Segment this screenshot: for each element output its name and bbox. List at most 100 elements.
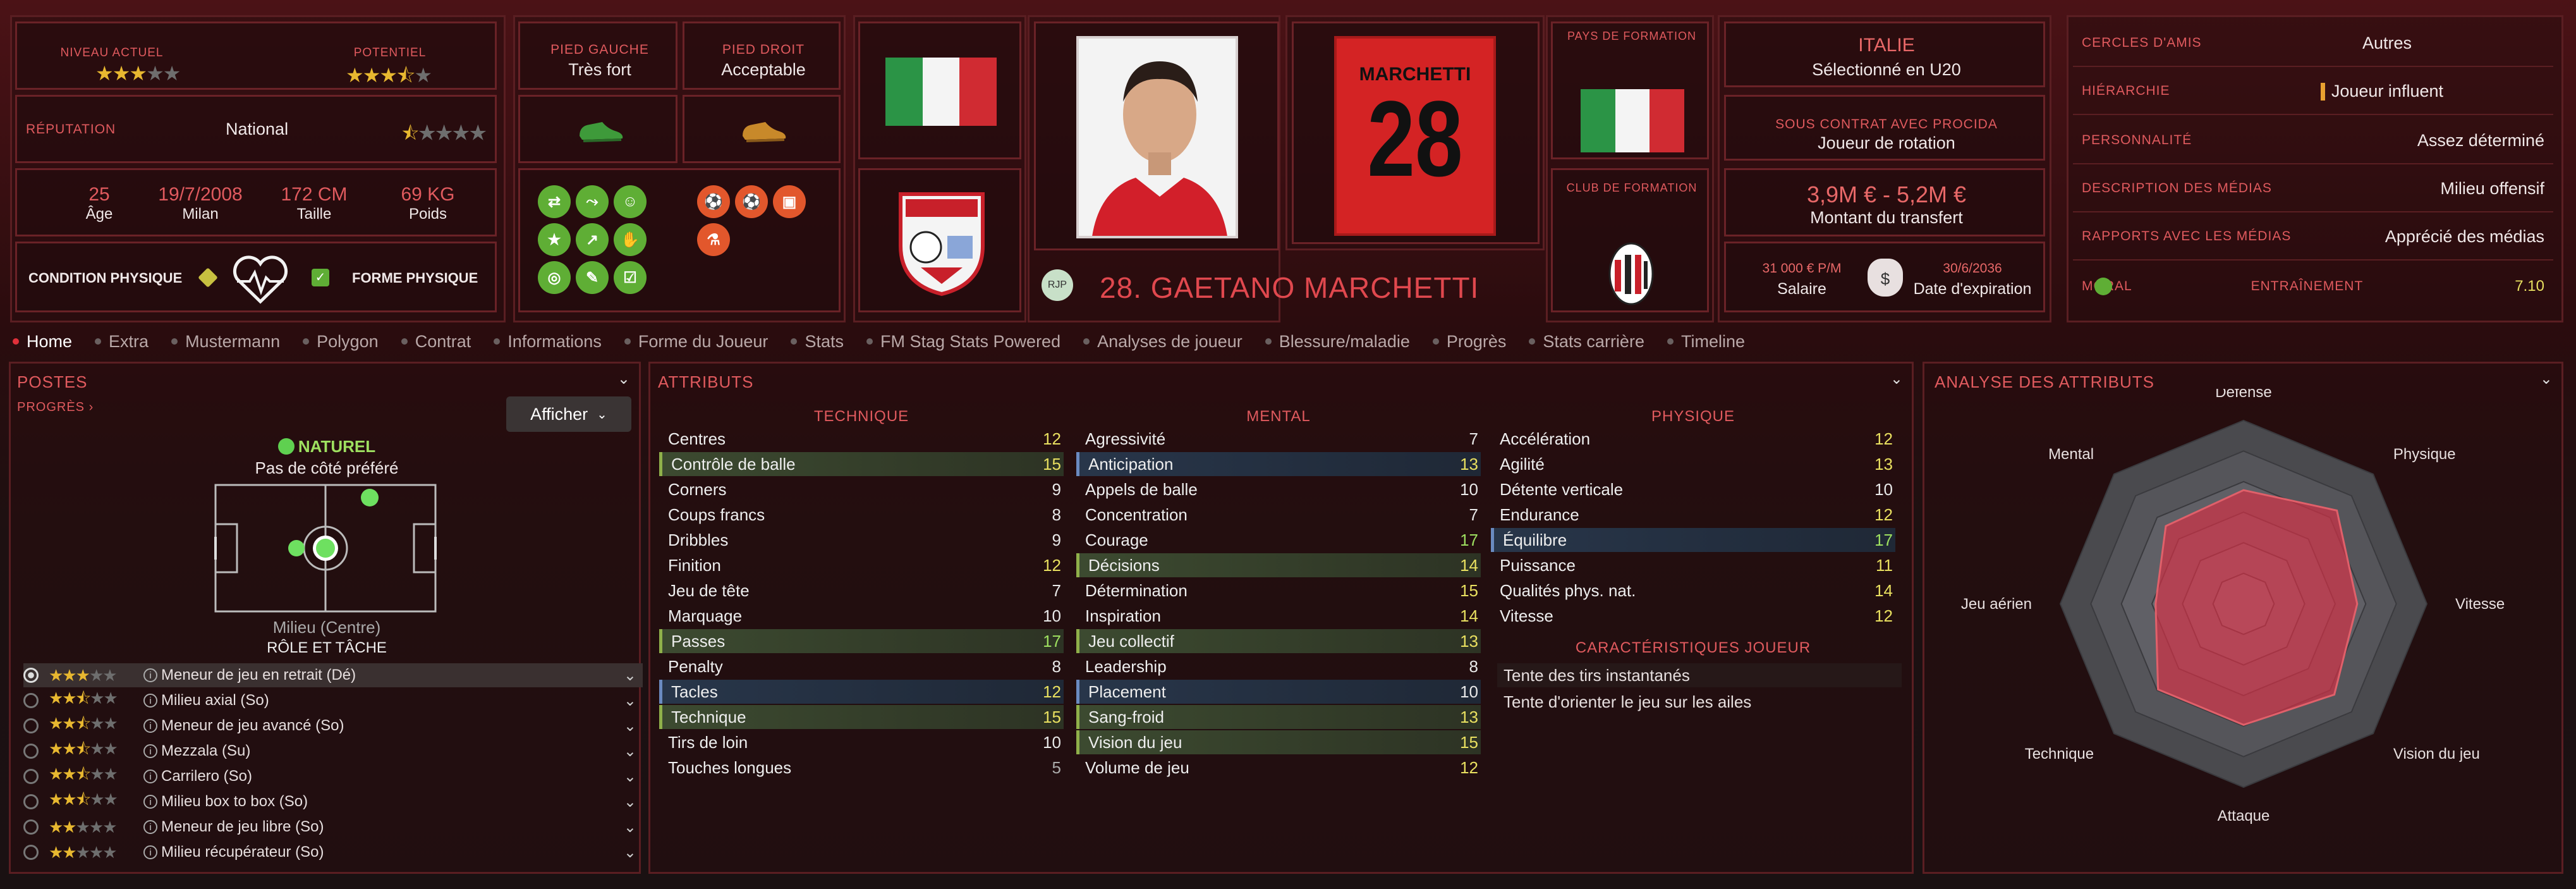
tab-forme-du-joueur[interactable]: Forme du Joueur: [624, 332, 768, 352]
role-radio[interactable]: [23, 769, 39, 784]
tab-polygon[interactable]: Polygon: [303, 332, 379, 352]
chevron-down-icon[interactable]: ⌄: [624, 666, 636, 685]
trait-icon-11[interactable]: ⚽: [735, 185, 768, 218]
trait-icon-8[interactable]: ✎: [576, 261, 609, 294]
chevron-down-icon[interactable]: ⌄: [624, 843, 636, 862]
role-radio[interactable]: [23, 718, 39, 733]
role-row[interactable]: ★★⯪★★ i Mezzala (Su) ⌄: [23, 739, 643, 763]
role-radio[interactable]: [23, 845, 39, 860]
role-row[interactable]: ★★⯪★★ i Carrilero (So) ⌄: [23, 764, 643, 788]
attributes-collapse-icon[interactable]: ⌄: [1890, 370, 1903, 388]
role-radio[interactable]: [23, 744, 39, 759]
info-icon[interactable]: i: [143, 769, 157, 783]
attribute-row[interactable]: Placement 10: [1076, 680, 1481, 704]
info-icon[interactable]: i: [143, 795, 157, 809]
chevron-down-icon[interactable]: ⌄: [624, 742, 636, 761]
attribute-row[interactable]: Anticipation 13: [1076, 452, 1481, 476]
trait-icon-10[interactable]: ⚽: [697, 185, 730, 218]
attribute-row[interactable]: Décisions 14: [1076, 553, 1481, 577]
tab-blessure-maladie[interactable]: Blessure/maladie: [1265, 332, 1410, 352]
attribute-row[interactable]: Leadership 8: [1076, 654, 1481, 678]
info-icon[interactable]: i: [143, 820, 157, 834]
trait-icon-12[interactable]: ▣: [773, 185, 806, 218]
attribute-row[interactable]: Agilité 13: [1491, 452, 1895, 476]
info-icon[interactable]: i: [143, 694, 157, 708]
role-row[interactable]: ★★★★★ i Meneur de jeu en retrait (Dé) ⌄: [23, 663, 643, 687]
attribute-row[interactable]: Technique 15: [659, 705, 1064, 729]
chevron-down-icon[interactable]: ⌄: [624, 793, 636, 811]
trait-icon-7[interactable]: ◎: [538, 261, 571, 294]
trait-icon-4[interactable]: ★: [538, 223, 571, 256]
role-radio[interactable]: [23, 794, 39, 809]
attribute-row[interactable]: Tacles 12: [659, 680, 1064, 704]
tab-informations[interactable]: Informations: [494, 332, 602, 352]
role-row[interactable]: ★★⯪★★ i Milieu box to box (So) ⌄: [23, 790, 643, 814]
tab-stats-carri-re[interactable]: Stats carrière: [1529, 332, 1644, 352]
info-icon[interactable]: i: [143, 845, 157, 859]
tab-extra[interactable]: Extra: [95, 332, 149, 352]
attribute-row[interactable]: Courage 17: [1076, 528, 1481, 552]
attribute-row[interactable]: Dribbles 9: [659, 528, 1064, 552]
tab-contrat[interactable]: Contrat: [401, 332, 471, 352]
info-icon[interactable]: i: [143, 719, 157, 733]
attribute-row[interactable]: Détermination 15: [1076, 579, 1481, 603]
attribute-row[interactable]: Vision du jeu 15: [1076, 730, 1481, 754]
chevron-down-icon[interactable]: ⌄: [624, 717, 636, 735]
attribute-row[interactable]: Volume de jeu 12: [1076, 756, 1481, 780]
show-button[interactable]: Afficher ⌄: [506, 396, 631, 432]
role-row[interactable]: ★★★★★ i Milieu récupérateur (So) ⌄: [23, 840, 643, 864]
role-row[interactable]: ★★⯪★★ i Meneur de jeu avancé (So) ⌄: [23, 714, 643, 738]
postes-collapse-icon[interactable]: ⌄: [617, 370, 630, 388]
progress-link[interactable]: PROGRÈS ›: [17, 400, 94, 415]
attribute-row[interactable]: Jeu collectif 13: [1076, 629, 1481, 653]
attribute-row[interactable]: Puissance 11: [1491, 553, 1895, 577]
tab-home[interactable]: Home: [13, 332, 72, 352]
trait-icon-2[interactable]: ⤳: [576, 185, 609, 218]
tab-stats[interactable]: Stats: [791, 332, 844, 352]
role-row[interactable]: ★★⯪★★ i Milieu axial (So) ⌄: [23, 689, 643, 713]
attribute-row[interactable]: Équilibre 17: [1491, 528, 1895, 552]
attribute-row[interactable]: Centres 12: [659, 427, 1064, 451]
attribute-row[interactable]: Passes 17: [659, 629, 1064, 653]
attribute-row[interactable]: Corners 9: [659, 477, 1064, 501]
attribute-row[interactable]: Sang-froid 13: [1076, 705, 1481, 729]
attribute-row[interactable]: Endurance 12: [1491, 503, 1895, 527]
tab-mustermann[interactable]: Mustermann: [171, 332, 280, 352]
tab-progr-s[interactable]: Progrès: [1432, 332, 1506, 352]
attribute-row[interactable]: Concentration 7: [1076, 503, 1481, 527]
role-row[interactable]: ★★★★★ i Meneur de jeu libre (So) ⌄: [23, 815, 643, 839]
attribute-row[interactable]: Détente verticale 10: [1491, 477, 1895, 501]
trait-icon-6[interactable]: ✋: [614, 223, 647, 256]
role-radio[interactable]: [23, 693, 39, 708]
attribute-row[interactable]: Appels de balle 10: [1076, 477, 1481, 501]
attribute-row[interactable]: Accélération 12: [1491, 427, 1895, 451]
analysis-collapse-icon[interactable]: ⌄: [2540, 370, 2553, 388]
trait-icon-13[interactable]: ⚗: [697, 223, 730, 256]
attribute-row[interactable]: Vitesse 12: [1491, 604, 1895, 628]
trait-icon-5[interactable]: ↗: [576, 223, 609, 256]
chevron-down-icon[interactable]: ⌄: [624, 818, 636, 837]
trait-icon-3[interactable]: ☺: [614, 185, 647, 218]
role-radio[interactable]: [23, 668, 39, 683]
role-radio[interactable]: [23, 819, 39, 835]
chevron-down-icon[interactable]: ⌄: [624, 692, 636, 710]
info-icon[interactable]: i: [143, 744, 157, 758]
attribute-row[interactable]: Coups francs 8: [659, 503, 1064, 527]
attribute-row[interactable]: Inspiration 14: [1076, 604, 1481, 628]
attribute-row[interactable]: Tirs de loin 10: [659, 730, 1064, 754]
trait-icon-9[interactable]: ☑: [614, 261, 647, 294]
attribute-row[interactable]: Penalty 8: [659, 654, 1064, 678]
attribute-row[interactable]: Agressivité 7: [1076, 427, 1481, 451]
tab-fm-stag-stats-powered[interactable]: FM Stag Stats Powered: [866, 332, 1060, 352]
info-icon[interactable]: i: [143, 668, 157, 682]
attribute-row[interactable]: Contrôle de balle 15: [659, 452, 1064, 476]
attribute-row[interactable]: Finition 12: [659, 553, 1064, 577]
tab-analyses-de-joueur[interactable]: Analyses de joueur: [1083, 332, 1242, 352]
chevron-down-icon[interactable]: ⌄: [624, 768, 636, 786]
trait-icon-1[interactable]: ⇄: [538, 185, 571, 218]
attribute-row[interactable]: Jeu de tête 7: [659, 579, 1064, 603]
attribute-row[interactable]: Marquage 10: [659, 604, 1064, 628]
attribute-row[interactable]: Qualités phys. nat. 14: [1491, 579, 1895, 603]
attribute-row[interactable]: Touches longues 5: [659, 756, 1064, 780]
tab-timeline[interactable]: Timeline: [1667, 332, 1745, 352]
